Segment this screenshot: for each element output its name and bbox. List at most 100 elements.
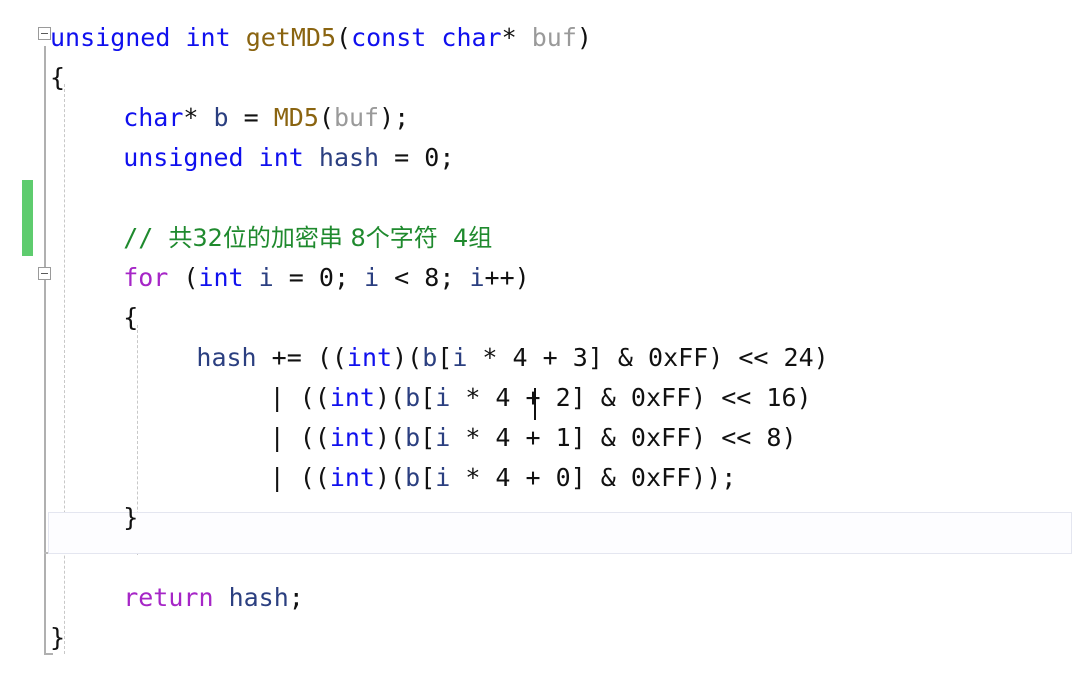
code-token: return (123, 583, 214, 612)
code-token: )( (374, 423, 406, 452)
code-token: 0xFF (630, 423, 692, 452)
code-token: [ (437, 343, 453, 372)
code-token: int (329, 383, 375, 412)
code-token: * (450, 423, 496, 452)
code-token: 0 (424, 143, 440, 172)
code-token: int (329, 423, 375, 452)
code-token: ; (439, 143, 455, 172)
code-token: ) (813, 343, 829, 372)
code-line[interactable]: unsigned int hash = 0; (123, 138, 454, 178)
code-token: int (185, 23, 231, 52)
code-token: )( (374, 463, 406, 492)
code-token: | (( (269, 463, 330, 492)
code-token: + (510, 463, 556, 492)
code-token: 24 (783, 343, 814, 372)
code-token: ; (439, 263, 470, 292)
code-line[interactable]: | ((int)(b[i * 4 + 2] & 0xFF) << 16) (270, 378, 812, 418)
code-token: b (422, 343, 438, 372)
code-token: getMD5 (245, 23, 337, 52)
code-token: ) (796, 383, 812, 412)
code-line[interactable]: unsigned int getMD5(const char* buf) (50, 18, 592, 58)
code-line[interactable]: { (50, 58, 65, 98)
code-token: ; (288, 583, 304, 612)
code-token: int (198, 263, 244, 292)
code-token: ( (168, 263, 199, 292)
code-editor-pane[interactable]: unsigned int getMD5(const char* buf){cha… (0, 0, 1072, 683)
text-caret (534, 388, 536, 420)
code-line[interactable]: return hash; (123, 578, 304, 618)
code-token: * (450, 463, 496, 492)
code-line[interactable]: } (123, 498, 138, 538)
code-token: i (435, 463, 451, 492)
code-token: hash (228, 583, 289, 612)
code-token: )); (691, 463, 737, 492)
code-token: + (510, 423, 556, 452)
code-line[interactable]: // 共32位的加密串 8个字符 4组 (123, 218, 492, 258)
code-token: ] & (587, 343, 649, 372)
code-token: )( (392, 343, 423, 372)
code-token: 4 (495, 423, 511, 452)
code-token: hash (318, 143, 380, 172)
code-token: ) << (691, 383, 767, 412)
code-token: ) (576, 23, 592, 52)
code-token: unsigned (123, 143, 244, 172)
code-token: const (351, 23, 427, 52)
code-token: ] & (570, 423, 631, 452)
code-token: 1 (555, 423, 571, 452)
code-token: ) (781, 423, 797, 452)
code-token: )( (374, 383, 406, 412)
code-token: buf (531, 23, 577, 52)
code-token: = (273, 263, 319, 292)
code-token: MD5 (273, 103, 319, 132)
code-line[interactable]: | ((int)(b[i * 4 + 0] & 0xFF)); (270, 458, 737, 498)
code-line[interactable] (123, 538, 138, 578)
code-token: b (405, 423, 421, 452)
code-token: i (469, 263, 485, 292)
code-token: 2 (555, 383, 571, 412)
code-token: hash (196, 343, 257, 372)
code-line[interactable]: for (int i = 0; i < 8; i++) (123, 258, 529, 298)
code-token: int (346, 343, 393, 372)
code-token: 共32位的加密串 8个字符 4组 (168, 224, 493, 252)
code-token: 4 (495, 463, 511, 492)
code-token: i (435, 383, 451, 412)
code-token: ( (336, 23, 352, 52)
code-token: { (123, 303, 139, 332)
code-token: [ (420, 463, 436, 492)
code-line[interactable] (123, 178, 138, 218)
code-text-layer[interactable]: unsigned int getMD5(const char* buf){cha… (0, 0, 1072, 683)
code-token: buf (333, 103, 380, 132)
code-token: i (452, 343, 468, 372)
code-token: unsigned (50, 23, 171, 52)
code-token: ( (318, 103, 334, 132)
code-token: * (467, 343, 513, 372)
code-line[interactable]: char* b = MD5(buf); (123, 98, 409, 138)
code-token: [ (420, 423, 436, 452)
code-token: } (50, 623, 66, 652)
code-token: = (228, 103, 274, 132)
code-token: for (123, 263, 169, 292)
code-token: ; (333, 263, 365, 292)
code-token: * (450, 383, 496, 412)
code-token: b (405, 383, 421, 412)
code-line[interactable]: } (50, 618, 65, 658)
code-line[interactable]: hash += ((int)(b[i * 4 + 3] & 0xFF) << 2… (196, 338, 828, 378)
code-line[interactable]: { (123, 298, 138, 338)
code-token: 16 (766, 383, 797, 412)
code-token: + (527, 343, 573, 372)
code-token: 4 (512, 343, 528, 372)
code-line[interactable]: | ((int)(b[i * 4 + 1] & 0xFF) << 8) (270, 418, 797, 458)
code-token: 0xFF (630, 383, 692, 412)
code-token: } (123, 503, 139, 532)
code-token: b (405, 463, 421, 492)
code-token: | (( (269, 423, 330, 452)
code-token: char (123, 103, 184, 132)
code-token: 3 (572, 343, 588, 372)
code-token: 0xFF (648, 343, 709, 372)
